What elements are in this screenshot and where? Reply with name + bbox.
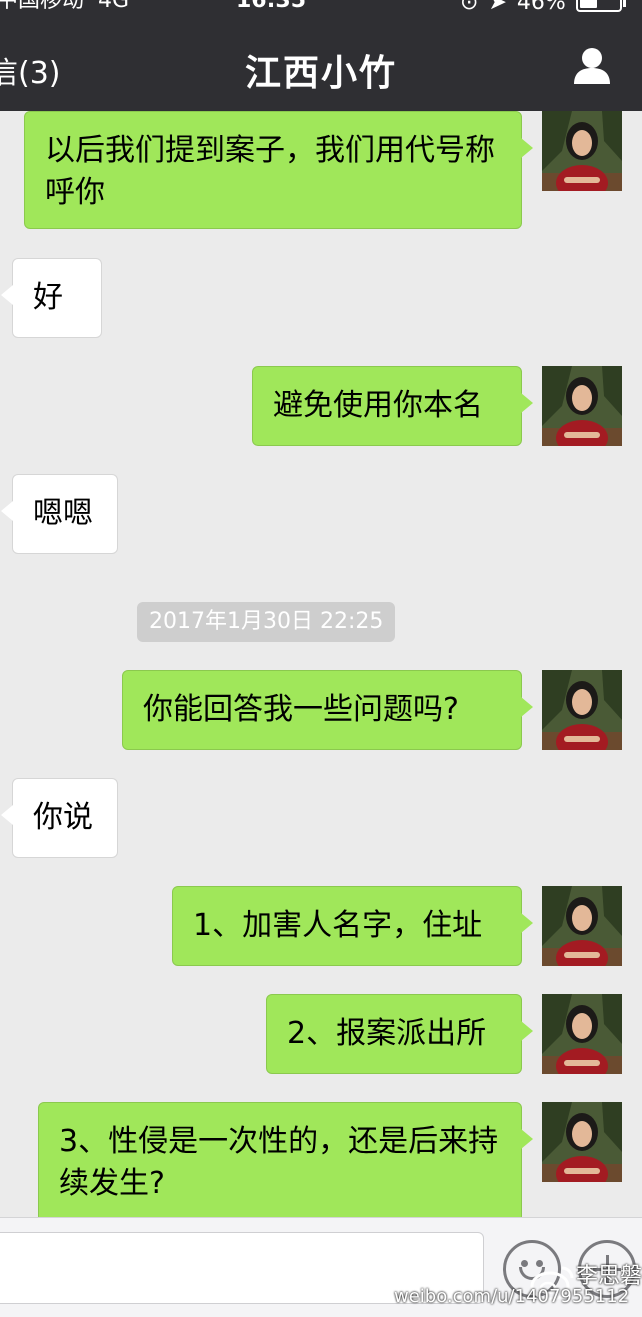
my-avatar[interactable] (542, 1102, 622, 1182)
nav-bar: 信(3) 江西小竹 (0, 20, 642, 111)
status-bar: 中国移动 4G 16:35 ⊙ ➤ 46% (0, 0, 642, 20)
battery-percent: 46% (516, 0, 566, 15)
my-avatar[interactable] (542, 886, 622, 966)
watermark-url: weibo.com/u/1407955112 (394, 1286, 630, 1307)
location-icon: ➤ (488, 0, 507, 15)
my-message-bubble[interactable]: 避免使用你本名 (252, 366, 533, 446)
clock: 16:35 (236, 0, 307, 13)
my-avatar[interactable] (542, 111, 622, 191)
battery-icon (575, 0, 626, 12)
timestamp: 2017年1月30日 22:25 (137, 602, 396, 642)
my-message-bubble[interactable]: 以后我们提到案子，我们用代号称呼你 (24, 111, 533, 229)
their-message-bubble[interactable]: 你说 (1, 778, 118, 858)
my-avatar[interactable] (542, 670, 622, 750)
chat-area[interactable]: 以后我们提到案子，我们用代号称呼你 好 避免使用你本名 嗯嗯 2017年1月30… (0, 111, 642, 1217)
their-message-bubble[interactable]: 好 (1, 258, 102, 338)
my-message-bubble[interactable]: 1、加害人名字，住址 (172, 886, 533, 966)
rotation-lock-icon: ⊙ (460, 0, 479, 15)
my-message-bubble[interactable]: 3、性侵是一次性的，还是后来持续发生? (38, 1102, 533, 1217)
chat-title: 江西小竹 (244, 53, 397, 94)
my-avatar[interactable] (542, 994, 622, 1074)
status-icons: ⊙ ➤ 46% (460, 0, 626, 15)
my-message-bubble[interactable]: 2、报案派出所 (266, 994, 533, 1074)
carrier-label: 中国移动 4G (0, 0, 130, 13)
their-message-bubble[interactable]: 嗯嗯 (1, 474, 118, 554)
person-icon[interactable] (572, 46, 612, 86)
my-avatar[interactable] (542, 366, 622, 446)
my-message-bubble[interactable]: 你能回答我一些问题吗? (122, 670, 533, 750)
